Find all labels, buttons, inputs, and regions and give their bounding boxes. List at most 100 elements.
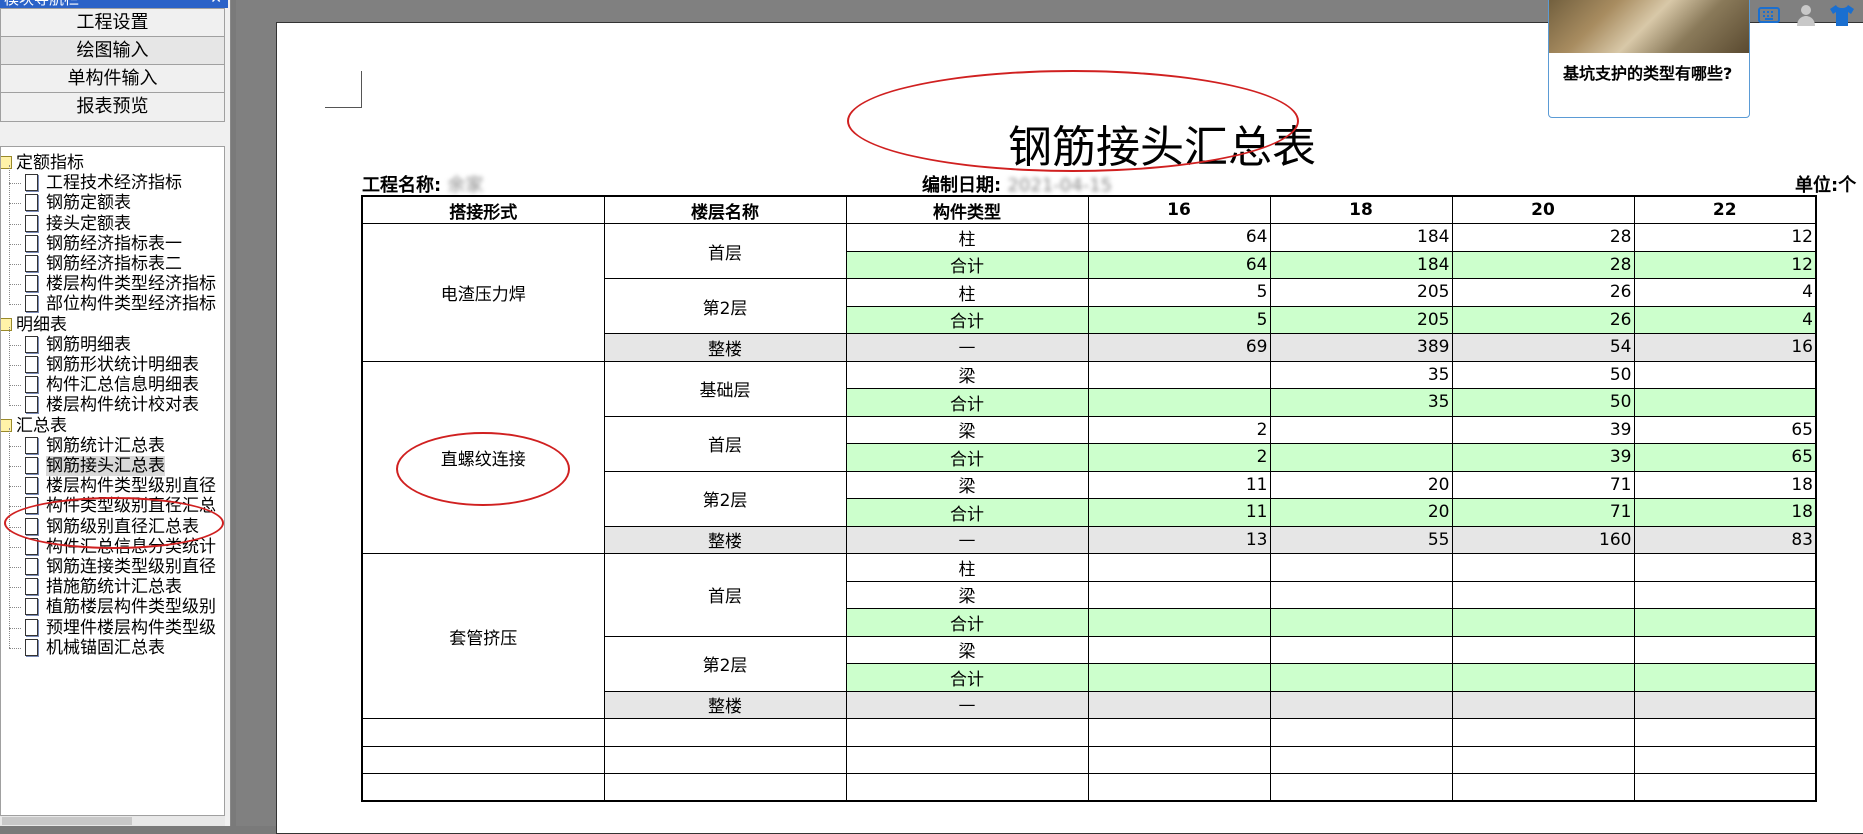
value-cell: 54 [1451, 333, 1635, 362]
document-icon [25, 396, 38, 414]
scrollbar-thumb[interactable] [2, 817, 132, 825]
component-type-cell: 梁 [845, 580, 1089, 609]
value-cell: 4 [1633, 278, 1817, 307]
value-cell [1087, 663, 1271, 692]
value-cell [1087, 635, 1271, 664]
value-cell: 20 [1269, 498, 1453, 527]
value-cell: 20 [1269, 470, 1453, 499]
tree-item-label: 机械锚固汇总表 [46, 637, 165, 658]
value-cell: 18 [1633, 470, 1817, 499]
table-row: 套管挤压 首层柱 [361, 553, 1817, 719]
tree-connector [9, 344, 21, 346]
panel-title-bar: 模块导航栏 ꟷ ✕ [0, 0, 228, 8]
column-header: 搭接形式 [361, 195, 605, 224]
value-cell: 28 [1451, 250, 1635, 279]
value-cell: 13 [1087, 525, 1271, 554]
floor-name-cell: 第2层 [603, 278, 847, 334]
value-cell [1087, 580, 1271, 609]
compile-date-value: 2021-04-15 [1007, 175, 1113, 196]
value-cell: 39 [1451, 443, 1635, 472]
document-icon [25, 275, 38, 293]
empty-cell [603, 745, 847, 774]
document-icon [25, 457, 38, 474]
value-cell [1269, 690, 1453, 719]
tree-scrollbar[interactable] [0, 816, 225, 826]
folder-icon [1, 156, 12, 169]
component-type-cell: 合计 [845, 663, 1089, 692]
tree-item-label: 工程技术经济指标 [46, 173, 182, 194]
nav-button-single-component-input[interactable]: 单构件输入 [0, 64, 225, 94]
tree-item-label: 钢筋经济指标表二 [46, 254, 182, 274]
tree-item-label: 楼层构件类型经济指标 [46, 274, 216, 295]
report-page: 钢筋接头汇总表 工程名称: 余家 编制日期: 2021-04-15 单位:个 搭… [276, 22, 1863, 834]
value-cell: 83 [1633, 525, 1817, 554]
tree-connector [9, 627, 21, 629]
document-icon [25, 558, 38, 575]
value-cell: 2 [1087, 415, 1271, 444]
project-name-value: 余家 [447, 175, 484, 196]
value-cell: 64 [1087, 223, 1271, 252]
empty-row [361, 718, 1817, 747]
tree-connector [9, 203, 21, 205]
empty-cell [603, 773, 847, 802]
tree-item-label: 预埋件楼层构件类型级 [46, 617, 216, 638]
panel-title: 模块导航栏 [4, 0, 79, 8]
floor-name-cell: 第2层 [603, 635, 847, 692]
value-cell: 65 [1633, 415, 1817, 444]
tree-connector [9, 223, 21, 225]
value-cell [1269, 443, 1453, 472]
keyboard-icon[interactable] [1756, 2, 1782, 28]
empty-cell [845, 745, 1089, 774]
value-cell: 50 [1451, 360, 1635, 389]
tree-item-label: 钢筋接头汇总表 [46, 456, 165, 476]
empty-cell [1451, 773, 1635, 802]
user-icon[interactable] [1794, 2, 1820, 28]
value-cell [1451, 580, 1635, 609]
document-icon [25, 497, 38, 515]
panel-controls[interactable]: ꟷ ✕ [194, 0, 222, 8]
component-type-cell: 合计 [845, 443, 1089, 472]
folder-icon [1, 317, 12, 331]
empty-row [361, 773, 1817, 802]
report-title: 钢筋接头汇总表 [1008, 122, 1316, 173]
empty-cell [845, 718, 1089, 747]
value-cell [1451, 608, 1635, 637]
column-header: 16 [1087, 195, 1271, 224]
tree-connector [9, 546, 21, 548]
component-type-cell: 梁 [845, 415, 1089, 444]
value-cell: 16 [1633, 333, 1817, 362]
component-type-cell: 合计 [845, 250, 1089, 279]
tree-item[interactable]: 机械锚固汇总表 [25, 636, 165, 660]
floor-name-cell: 第2层 [603, 470, 847, 527]
floor-name-cell: 首层 [603, 415, 847, 472]
document-icon [25, 477, 38, 495]
component-type-cell: 柱 [845, 223, 1089, 252]
value-cell: 389 [1269, 333, 1453, 362]
tree-item-label: 钢筋统计汇总表 [46, 435, 165, 456]
value-cell: 5 [1087, 278, 1271, 307]
value-cell [1451, 635, 1635, 664]
shirt-icon[interactable] [1828, 2, 1854, 28]
value-cell: 28 [1451, 223, 1635, 252]
tree-connector [9, 607, 21, 609]
tree-item-label: 措施筋统计汇总表 [46, 577, 182, 598]
document-icon [25, 194, 38, 212]
tree-folder-label: 汇总表 [16, 415, 67, 436]
document-icon [25, 335, 38, 353]
empty-cell [1269, 745, 1453, 774]
tree-connector [9, 243, 21, 245]
value-cell: 35 [1269, 360, 1453, 389]
document-icon [25, 517, 38, 535]
value-cell: 39 [1451, 415, 1635, 444]
nav-button-report-preview[interactable]: 报表预览 [0, 92, 225, 122]
document-icon [25, 376, 38, 394]
component-type-cell: — [845, 525, 1089, 554]
nav-button-project-settings[interactable]: 工程设置 [0, 8, 225, 38]
card-text[interactable]: 基坑支护的类型有哪些? [1563, 63, 1743, 85]
empty-cell [1633, 745, 1817, 774]
nav-button-drawing-input[interactable]: 绘图输入 [0, 36, 225, 66]
empty-cell [1633, 773, 1817, 802]
floor-name-cell: 首层 [603, 553, 847, 637]
recommendation-card[interactable]: 基坑支护的类型有哪些? [1548, 0, 1750, 118]
tree-connector [9, 264, 21, 265]
